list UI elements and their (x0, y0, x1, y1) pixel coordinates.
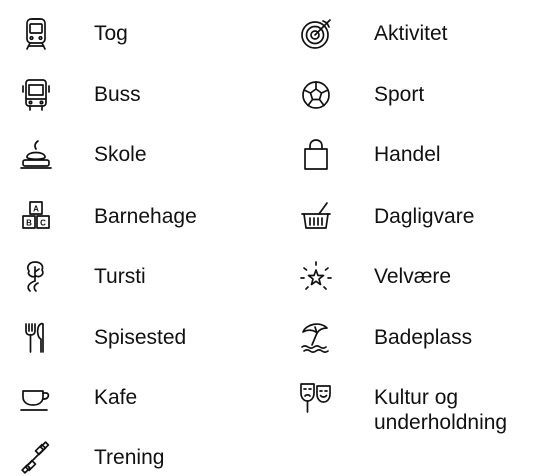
legend-label: Sport (374, 83, 425, 106)
legend-label: Kultur og underholdning (374, 386, 508, 434)
legend-label: Tursti (94, 265, 146, 288)
legend-label: Aktivitet (374, 22, 448, 45)
restaurant-cutlery-icon (18, 320, 54, 356)
legend-label: Handel (374, 143, 441, 166)
kindergarten-blocks-icon: A B C (18, 199, 54, 235)
poi-legend: Tog Buss Skole A B C Barnehage Tursti Sp… (0, 0, 534, 475)
shopping-bag-icon (298, 137, 334, 173)
legend-label: Badeplass (374, 326, 473, 349)
legend-label: Tog (94, 22, 128, 45)
svg-text:A: A (33, 205, 39, 214)
svg-text:B: B (26, 219, 32, 228)
dumbbell-icon (18, 440, 54, 476)
legend-label: Trening (94, 446, 165, 469)
legend-label: Skole (94, 143, 147, 166)
train-icon (18, 16, 54, 52)
coffee-cup-icon (18, 380, 54, 416)
grocery-basket-icon (298, 199, 334, 235)
wellness-star-icon (298, 259, 334, 295)
legend-label: Spisested (94, 326, 187, 349)
target-icon (298, 16, 334, 52)
legend-label: Kafe (94, 386, 138, 409)
hiking-trail-icon (18, 259, 54, 295)
legend-label: Velvære (374, 265, 452, 288)
legend-label: Barnehage (94, 205, 197, 228)
svg-text:C: C (40, 219, 46, 228)
theater-masks-icon (298, 380, 334, 416)
bus-icon (18, 77, 54, 113)
school-icon (18, 137, 54, 173)
legend-label: Buss (94, 83, 141, 106)
beach-umbrella-icon (298, 320, 334, 356)
legend-label: Dagligvare (374, 205, 475, 228)
soccer-ball-icon (298, 77, 334, 113)
